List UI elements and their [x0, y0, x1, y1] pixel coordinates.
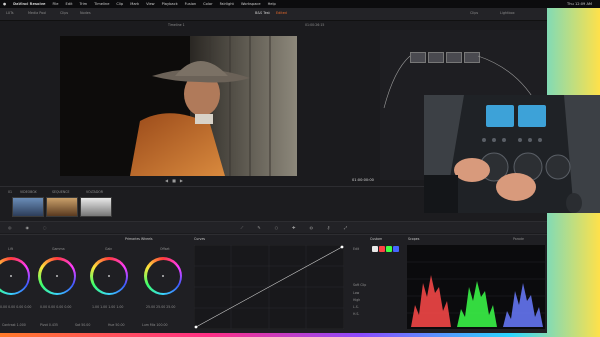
- menu-help[interactable]: Help: [268, 2, 276, 6]
- wheel-label-gamma: Gamma: [52, 247, 65, 251]
- color-wheels-icon[interactable]: ◎: [8, 225, 12, 230]
- tab-clips[interactable]: Clips: [60, 11, 68, 15]
- video-viewer[interactable]: [60, 36, 297, 176]
- custom-panel: Custom Edit Soft Clip Low High L.S. H.S.: [350, 234, 405, 333]
- sat-field[interactable]: Sat 50.00: [75, 323, 90, 327]
- offset-values[interactable]: 25.00 25.00 25.00: [146, 305, 175, 309]
- menu-color[interactable]: Color: [203, 2, 212, 6]
- lift-values[interactable]: 0.00 0.00 0.00 0.00: [0, 305, 31, 309]
- key-icon[interactable]: ⚷: [327, 225, 330, 230]
- custom-label-hs: H.S.: [353, 312, 360, 316]
- offset-wheel[interactable]: [144, 257, 182, 295]
- sizing-icon[interactable]: ⤢: [344, 225, 347, 230]
- project-title: B&S Test: [255, 11, 270, 15]
- scopes-title: Scopes: [408, 237, 420, 241]
- tab-media-pool[interactable]: Media Pool: [28, 11, 46, 15]
- gamma-wheel[interactable]: [38, 257, 76, 295]
- rgb-mixer-icon[interactable]: ◉: [26, 225, 30, 230]
- custom-label-ls: L.S.: [353, 305, 359, 309]
- tracker-icon[interactable]: ✚: [292, 225, 295, 230]
- clip-thumbnail-1[interactable]: [12, 197, 44, 217]
- contrast-field[interactable]: Contrast 1.000: [2, 323, 26, 327]
- viewer-top-timecode: 01:00:26:15: [305, 23, 325, 27]
- menu-workspace[interactable]: Workspace: [241, 2, 261, 6]
- stop-icon[interactable]: ■: [172, 178, 176, 183]
- tab-nodes[interactable]: Nodes: [80, 11, 91, 15]
- channel-red-button[interactable]: [379, 246, 385, 252]
- menu-view[interactable]: View: [146, 2, 155, 6]
- apple-icon[interactable]: ●: [3, 2, 6, 6]
- control-panel-photo: [424, 95, 600, 213]
- clip-name-1: VIDEOBOX: [20, 190, 37, 194]
- custom-label-high: High: [353, 298, 361, 302]
- channel-y-button[interactable]: [372, 246, 378, 252]
- cowboy-frame-image: [60, 36, 297, 176]
- wheel-label-offset: Offset: [160, 247, 170, 251]
- custom-label-edit: Edit: [353, 247, 360, 251]
- channel-green-button[interactable]: [386, 246, 392, 252]
- menu-fairlight[interactable]: Fairlight: [220, 2, 234, 6]
- palette-toolbar: ◎ ◉ ◌ ⟋ ✎ ○ ✚ ◍ ⚷ ⤢: [0, 221, 547, 233]
- project-badge: Edited: [276, 11, 287, 15]
- curves-icon[interactable]: ⟋: [241, 225, 244, 230]
- lum-mix-field[interactable]: Lum Mix 100.00: [142, 323, 168, 327]
- play-icon[interactable]: ▶: [180, 178, 183, 183]
- window-icon[interactable]: ○: [275, 225, 279, 230]
- menu-timeline[interactable]: Timeline: [94, 2, 109, 6]
- custom-label-soft-clip: Soft Clip: [353, 283, 367, 287]
- tab-lightbox[interactable]: Lightbox: [500, 11, 515, 15]
- pivot-field[interactable]: Pivot 0.435: [40, 323, 58, 327]
- motion-effects-icon[interactable]: ◌: [43, 225, 47, 230]
- channel-blue-button[interactable]: [393, 246, 399, 252]
- clip-thumbnail-2[interactable]: [46, 197, 78, 217]
- curves-panel: Curves: [190, 234, 350, 333]
- rewind-icon[interactable]: ◀: [165, 178, 168, 183]
- primaries-title: Primaries Wheels: [125, 237, 153, 241]
- viewer-timecode: 01:00:00:00: [352, 178, 374, 182]
- scopes-mode[interactable]: Parade: [513, 237, 524, 241]
- menu-fusion[interactable]: Fusion: [185, 2, 197, 6]
- parade-scope: [407, 245, 545, 329]
- menu-mark[interactable]: Mark: [130, 2, 139, 6]
- scopes-panel: Scopes Parade: [405, 234, 547, 333]
- timeline-name[interactable]: Timeline 1: [168, 23, 185, 27]
- curves-title: Curves: [194, 237, 206, 241]
- top-toolbar: LUTs Media Pool Clips Nodes B&S Test Edi…: [0, 8, 547, 21]
- menu-trim[interactable]: Trim: [79, 2, 87, 6]
- custom-label-low: Low: [353, 291, 360, 295]
- primaries-wheels-panel: Primaries Wheels Lift Gamma Gain Offset …: [0, 234, 190, 333]
- hue-field[interactable]: Hue 50.00: [108, 323, 125, 327]
- menu-edit[interactable]: Edit: [66, 2, 73, 6]
- menu-file[interactable]: File: [53, 2, 59, 6]
- clip-name-4: VOLTADOR: [86, 190, 104, 194]
- tab-right-clips[interactable]: Clips: [470, 11, 478, 15]
- transport-controls: ◀ ■ ▶: [165, 178, 195, 183]
- gain-values[interactable]: 1.00 1.00 1.00 1.00: [92, 305, 123, 309]
- menubar-status: Thu 12:09 AM: [567, 2, 592, 6]
- menu-playback[interactable]: Playback: [162, 2, 178, 6]
- qualifier-icon[interactable]: ✎: [257, 225, 260, 230]
- wheel-label-lift: Lift: [8, 247, 13, 251]
- wheel-label-gain: Gain: [105, 247, 113, 251]
- clip-thumbnail-3[interactable]: [80, 197, 112, 217]
- menu-clip[interactable]: Clip: [116, 2, 123, 6]
- app-menu[interactable]: DaVinci Resolve: [13, 2, 45, 6]
- clip-label-1: 01: [8, 190, 13, 194]
- custom-title: Custom: [370, 237, 383, 241]
- control-panel-image: [424, 95, 600, 213]
- gamma-values[interactable]: 0.00 0.00 0.00 0.00: [40, 305, 71, 309]
- tab-luts[interactable]: LUTs: [6, 11, 13, 15]
- curve-graph[interactable]: [194, 245, 344, 329]
- clip-name-2: SEQUENCE: [52, 190, 70, 194]
- blur-icon[interactable]: ◍: [310, 225, 314, 230]
- menu-bar: ● DaVinci Resolve File Edit Trim Timelin…: [0, 0, 600, 8]
- lift-wheel[interactable]: [0, 257, 30, 295]
- gain-wheel[interactable]: [90, 257, 128, 295]
